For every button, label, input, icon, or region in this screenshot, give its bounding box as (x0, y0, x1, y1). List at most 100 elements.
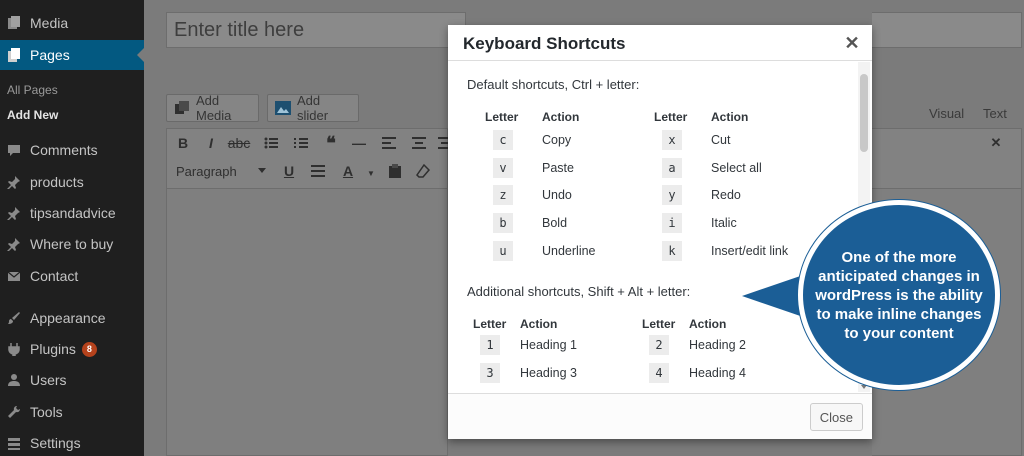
paragraph-format-select[interactable]: Paragraph (170, 160, 270, 182)
callout-text: One of the more anticipated changes in w… (815, 248, 983, 342)
shortcut-action: Redo (711, 188, 741, 202)
sidebar-item-label: Contact (30, 268, 79, 284)
shortcut-key: b (493, 213, 513, 233)
shortcut-action: Underline (542, 244, 596, 258)
shortcut-key: x (662, 130, 682, 150)
mail-icon (6, 268, 22, 284)
shortcut-key: y (662, 185, 682, 205)
chevron-down-icon (258, 168, 266, 173)
pin-icon (6, 236, 22, 252)
paste-text-icon[interactable] (386, 162, 404, 180)
sidebar-item-media[interactable]: Media (0, 8, 144, 38)
align-center-icon[interactable] (410, 134, 428, 152)
horizontal-line-icon[interactable]: — (350, 134, 368, 152)
wrench-icon (6, 404, 22, 420)
sidebar-item-tools[interactable]: Tools (0, 397, 144, 427)
plugins-update-badge: 8 (81, 341, 97, 357)
clear-formatting-icon[interactable] (414, 162, 432, 180)
bullet-list-icon[interactable] (262, 134, 280, 152)
submenu-add-new[interactable]: Add New (7, 108, 58, 122)
admin-sidebar: Media Pages All Pages Add New Comments p… (0, 0, 144, 456)
italic-icon[interactable]: I (202, 134, 220, 152)
shortcut-key: 3 (480, 363, 500, 383)
default-shortcuts-title: Default shortcuts, Ctrl + letter: (467, 77, 640, 92)
add-media-button[interactable]: Add Media (166, 93, 259, 123)
scrollbar-thumb[interactable] (860, 74, 868, 152)
tab-visual[interactable]: Visual (929, 106, 964, 121)
sidebar-item-label: tipsandadvice (30, 205, 116, 221)
shortcut-action: Select all (711, 161, 762, 175)
pin-icon (6, 174, 22, 190)
pin-icon (6, 205, 22, 221)
brush-icon (6, 310, 22, 326)
dialog-header: Keyboard Shortcuts ✕ (448, 25, 872, 61)
add-slider-label: Add slider (297, 93, 329, 123)
sidebar-item-plugins[interactable]: Plugins 8 (0, 334, 144, 364)
numbered-list-icon[interactable] (292, 134, 310, 152)
sidebar-item-users[interactable]: Users (0, 365, 144, 395)
sidebar-item-tipsandadvice[interactable]: tipsandadvice (0, 198, 144, 228)
blockquote-icon[interactable]: ❝ (322, 133, 340, 153)
col-action-header: Action (689, 317, 727, 331)
strikethrough-icon[interactable]: abc (228, 134, 251, 152)
shortcut-key: u (493, 241, 513, 261)
comments-icon (6, 142, 22, 158)
add-media-label: Add Media (196, 93, 232, 123)
keyboard-shortcuts-dialog: Keyboard Shortcuts ✕ Default shortcuts, … (448, 25, 872, 439)
dialog-body: Default shortcuts, Ctrl + letter: Letter… (448, 62, 872, 392)
add-slider-button[interactable]: Add slider (267, 93, 359, 123)
close-icon[interactable]: ✕ (842, 33, 862, 53)
bold-icon[interactable]: B (174, 134, 192, 152)
format-select-value: Paragraph (176, 163, 237, 179)
sidebar-item-label: products (30, 174, 84, 190)
col-action-header: Action (711, 110, 749, 124)
sidebar-item-appearance[interactable]: Appearance (0, 303, 144, 333)
sidebar-item-products[interactable]: products (0, 167, 144, 197)
fullscreen-icon[interactable]: ✕ (987, 134, 1005, 152)
editor-content-area[interactable] (166, 188, 448, 456)
media-icon (174, 101, 190, 115)
media-icon (6, 15, 22, 31)
post-title-input-tail (872, 12, 1022, 48)
shortcut-action: Paste (542, 161, 574, 175)
chevron-down-icon[interactable]: ▼ (362, 164, 380, 182)
post-title-input[interactable]: Enter title here (166, 12, 466, 48)
col-letter-header: Letter (485, 110, 519, 124)
shortcut-action: Cut (711, 133, 731, 147)
slider-icon (275, 101, 291, 115)
additional-shortcuts-title: Additional shortcuts, Shift + Alt + lett… (467, 284, 691, 299)
sidebar-item-label: Appearance (30, 310, 106, 326)
close-button[interactable]: Close (809, 403, 863, 431)
shortcut-key: z (493, 185, 513, 205)
sidebar-item-comments[interactable]: Comments (0, 135, 144, 165)
justify-icon[interactable] (309, 162, 327, 180)
col-action-header: Action (520, 317, 558, 331)
shortcut-key: 4 (649, 363, 669, 383)
sidebar-item-label: Pages (30, 47, 70, 63)
align-left-icon[interactable] (380, 134, 398, 152)
user-icon (6, 372, 22, 388)
sidebar-item-where-to-buy[interactable]: Where to buy (0, 229, 144, 259)
sidebar-item-settings[interactable]: Settings (0, 428, 144, 456)
dialog-title: Keyboard Shortcuts (463, 34, 626, 53)
dialog-footer: Close (448, 393, 872, 439)
shortcut-key: v (493, 158, 513, 178)
sidebar-item-label: Users (30, 372, 67, 388)
shortcut-action: Heading 2 (689, 338, 746, 352)
sidebar-item-label: Tools (30, 404, 63, 420)
sidebar-item-contact[interactable]: Contact (0, 261, 144, 291)
callout-bubble: One of the more anticipated changes in w… (798, 200, 1000, 390)
shortcut-key: k (662, 241, 682, 261)
shortcut-action: Insert/edit link (711, 244, 789, 258)
text-color-icon[interactable]: A (339, 162, 357, 180)
shortcut-action: Heading 3 (520, 366, 577, 380)
tab-text[interactable]: Text (983, 106, 1007, 121)
settings-icon (6, 435, 22, 451)
underline-icon[interactable]: U (280, 162, 298, 180)
submenu-all-pages[interactable]: All Pages (7, 83, 58, 97)
sidebar-item-label: Media (30, 15, 69, 31)
scroll-down-arrow-icon[interactable] (861, 385, 867, 389)
sidebar-item-pages[interactable]: Pages (0, 40, 144, 70)
shortcut-action: Undo (542, 188, 572, 202)
shortcut-key: c (493, 130, 513, 150)
